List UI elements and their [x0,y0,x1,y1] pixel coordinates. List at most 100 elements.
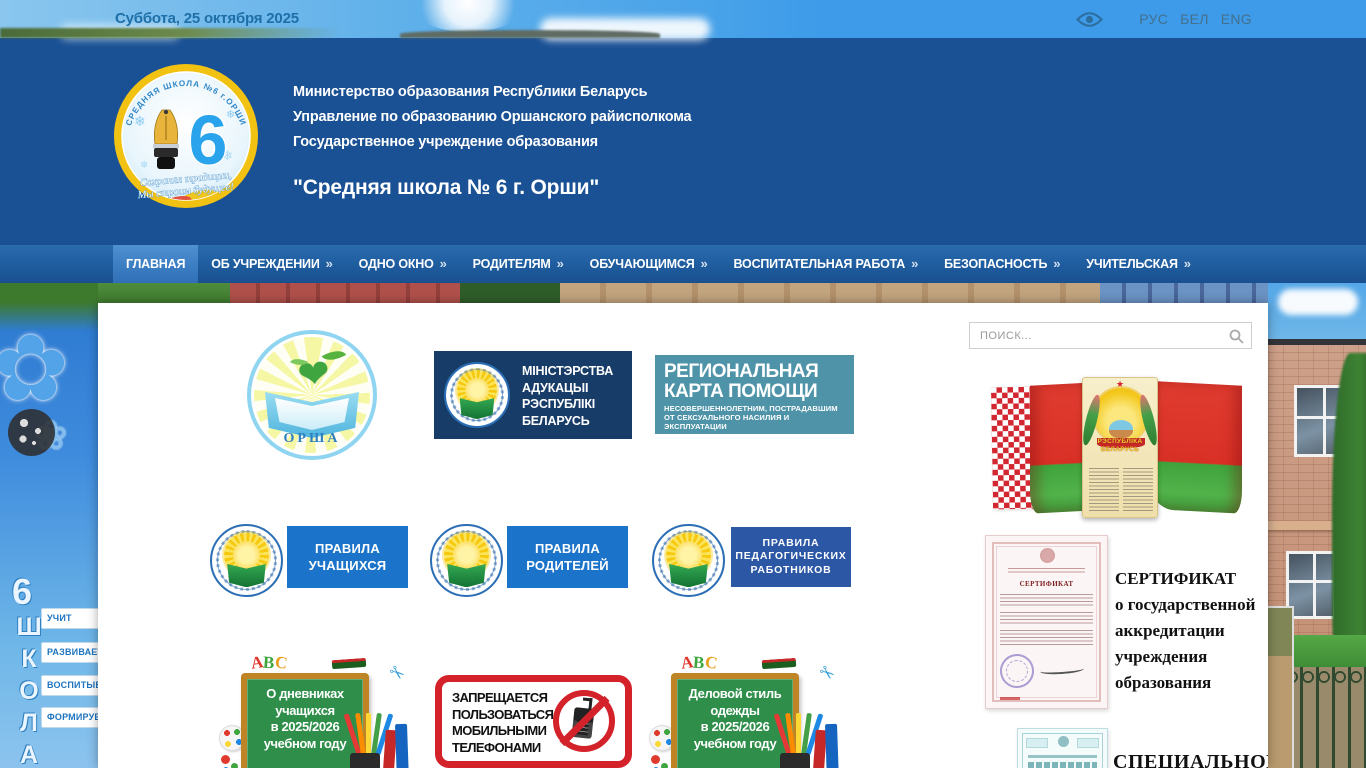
nav-item-parents[interactable]: РОДИТЕЛЯМ » [460,245,577,283]
ministry-banner[interactable]: МІНІСТЭРСТВА АДУКАЦЫІ РЭСПУБЛІКІ БЕЛАРУС… [434,351,632,439]
no-phones-text: ЗАПРЕЩАЕТСЯ ПОЛЬЗОВАТЬСЯ МОБИЛЬНЫМИ ТЕЛЕ… [452,690,554,755]
chevron-right-icon: » [556,256,564,271]
nav-item-students[interactable]: ОБУЧАЮЩИМСЯ » [577,245,721,283]
background-photo-inset [1268,606,1294,768]
chevron-right-icon: » [1183,256,1191,271]
nav-label: РОДИТЕЛЯМ [472,257,551,271]
ministry-emblem-icon [444,362,510,428]
orsha-emblem-banner[interactable]: ❤ ОРША [247,330,377,460]
ministry-emblem-icon [652,524,725,597]
coat-of-arms-globe [1109,420,1133,438]
regional-title-line1: РЕГИОНАЛЬНАЯ [664,361,819,382]
school-name: "Средняя школа № 6 г. Орши" [293,176,600,199]
dress-code-banner[interactable]: ABC Деловой стиль одежды в 2025/2026 уче… [649,652,840,768]
content-panel: ❤ ОРША МІНІСТЭРСТВА АДУКАЦЫІ РЭСПУБЛІКІ … [98,303,1268,768]
orsha-label: ОРША [283,431,341,446]
search-icon[interactable] [1229,329,1244,344]
nav-item-about[interactable]: ОБ УЧРЕЖДЕНИИ » [198,245,345,283]
sky-sun-glow [408,0,528,32]
background-school-building [1268,283,1366,768]
regional-title-line2: КАРТА ПОМОЩИ [664,380,818,402]
accreditation-certificate-document[interactable]: СЕРТИФИКАТ [985,535,1108,709]
nav-item-one-window[interactable]: ОДНО ОКНО » [346,245,460,283]
nav-label: ВОСПИТАТЕЛЬНАЯ РАБОТА [733,257,906,271]
background-left-banner: ✿ ❀ 6 ШКОЛА УЧИТ РАЗВИВАЕТ ВОСПИТЫВАЕТ Ф… [0,283,98,768]
nav-label: УЧИТЕЛЬСКАЯ [1086,257,1178,271]
special-permit-caption: СПЕЦИАЛЬНОЕ [1113,751,1268,768]
search-box [969,322,1252,349]
rules-parents-banner[interactable]: ПРАВИЛА РОДИТЕЛЕЙ [507,526,628,588]
logo-number: 6 [189,101,228,179]
header-text: Министерство образования Республики Бела… [293,80,692,200]
svg-text:❄: ❄ [140,160,148,171]
nav-label: ОБ УЧРЕЖДЕНИИ [211,257,320,271]
nav-label: БЕЗОПАСНОСТЬ [944,257,1048,271]
sky-cloud [1278,289,1358,315]
lang-eng[interactable]: ENG [1221,11,1252,27]
background-trees [0,28,340,38]
side-banner-school-word: ШКОЛА [15,613,43,768]
header-line-institution: Государственное учреждение образования [293,134,598,150]
chalkboard-eraser [761,657,797,670]
school-logo[interactable]: ❄ ❄ ❄ ❄ СРЕДНЯЯ ШКОЛА №6 г.ОРШИ 6 Сохран… [110,60,262,212]
rules-teachers-banner[interactable]: ПРАВИЛА ПЕДАГОГИЧЕСКИХ РАБОТНИКОВ [729,525,853,589]
current-date: Суббота, 25 октября 2025 [115,10,299,27]
nav-label: ОДНО ОКНО [358,257,434,271]
header-line-department: Управление по образованию Оршанского рай… [293,109,692,125]
side-banner-word-educates: ВОСПИТЫВАЕТ [41,675,98,696]
books-icon [812,722,840,768]
nav-label: ГЛАВНАЯ [126,257,186,271]
ministry-banner-text: МІНІСТЭРСТВА АДУКАЦЫІ РЭСПУБЛІКІ БЕЛАРУС… [522,364,614,428]
header-line-ministry: Министерство образования Республики Бела… [293,84,648,100]
abc-letters: ABC [679,652,719,673]
chevron-right-icon: » [911,256,919,271]
flower-ornament: ✿ [0,318,70,420]
side-banner-word-forms: ФОРМИРУЕТ [41,707,98,728]
main-nav: ГЛАВНАЯ ОБ УЧРЕЖДЕНИИ » ОДНО ОКНО » РОДИТЕ… [0,245,1366,283]
certificate-emblem [1039,548,1055,563]
site-header: ❄ ❄ ❄ ❄ СРЕДНЯЯ ШКОЛА №6 г.ОРШИ 6 Сохран… [0,38,1366,245]
abc-letters: ABC [249,652,289,673]
special-permit-document[interactable] [1017,728,1108,768]
chevron-right-icon: » [1053,256,1061,271]
topbar: Суббота, 25 октября 2025 РУС БЕЛ ENG [0,0,1366,40]
lang-bel[interactable]: БЕЛ [1180,11,1209,27]
chevron-right-icon: » [700,256,708,271]
certificate-doc-title: СЕРТИФИКАТ [1019,580,1074,588]
page: Суббота, 25 октября 2025 РУС БЕЛ ENG ❄ ❄… [0,0,1366,768]
topbar-right: РУС БЕЛ ENG [1076,0,1252,38]
accessibility-eye-icon[interactable] [1076,11,1104,28]
books-icon [382,722,410,768]
no-mobile-phones-banner[interactable]: ЗАПРЕЩАЕТСЯ ПОЛЬЗОВАТЬСЯ МОБИЛЬНЫМИ ТЕЛЕ… [435,675,632,768]
certificate-caption: СЕРТИФИКАТ о государственной аккредитаци… [1115,569,1256,692]
scissors-icon: ✂ [384,660,409,686]
diaries-banner[interactable]: ABC О дневниках учащихся в 2025/2026 уче… [219,652,410,768]
nav-item-home[interactable]: ГЛАВНАЯ [113,245,199,283]
nav-item-teachers[interactable]: УЧИТЕЛЬСКАЯ » [1073,245,1203,283]
flag-caption-line1: РЭСПУБЛІКА [1097,438,1143,445]
chevron-right-icon: » [325,256,333,271]
search-input[interactable] [970,323,1251,348]
floating-widget-button[interactable] [8,409,55,456]
regional-subtitle: НЕСОВЕРШЕННОЛЕТНИМ, ПОСТРАДАВШИМ ОТ СЕКС… [664,404,838,431]
side-banner-number: 6 [12,571,33,612]
flag-caption-line2: БЕЛАРУСЬ [1100,446,1140,453]
ministry-emblem-icon [430,524,503,597]
background-building [400,30,660,38]
side-banner-word-teaches: УЧИТ [41,608,98,629]
chevron-right-icon: » [439,256,447,271]
rules-students-banner[interactable]: ПРАВИЛА УЧАЩИХСЯ [287,526,408,588]
nav-item-safety[interactable]: БЕЗОПАСНОСТЬ » [931,245,1073,283]
chalkboard-eraser [331,657,367,670]
regional-help-map-banner[interactable]: РЕГИОНАЛЬНАЯ КАРТА ПОМОЩИ НЕСОВЕРШЕННОЛЕ… [655,355,854,434]
nav-label: ОБУЧАЮЩИМСЯ [589,257,695,271]
lang-rus[interactable]: РУС [1139,11,1168,27]
side-banner-word-develops: РАЗВИВАЕТ [41,642,98,663]
prohibition-sign-icon [553,690,615,752]
nav-item-educational-work[interactable]: ВОСПИТАТЕЛЬНАЯ РАБОТА » [721,245,932,283]
scissors-icon: ✂ [814,660,839,686]
ministry-emblem-icon [210,524,283,597]
belarus-flag-banner[interactable]: ★ РЭСПУБЛІКА БЕЛАРУСЬ [978,375,1244,520]
flag-parchment: ★ РЭСПУБЛІКА БЕЛАРУСЬ [1082,377,1158,518]
permit-emblem [1057,736,1069,747]
